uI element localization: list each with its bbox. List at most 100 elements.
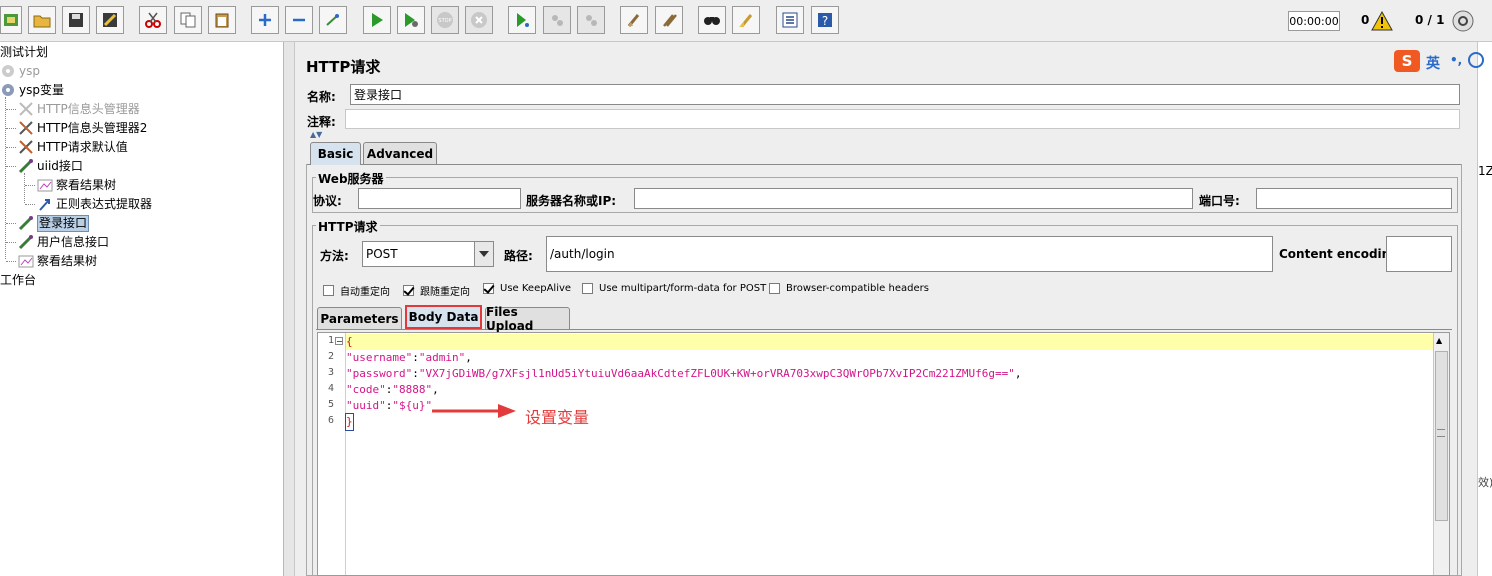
protocol-field[interactable] xyxy=(358,188,521,209)
reset-search-icon[interactable] xyxy=(732,6,760,34)
toggle-icon[interactable] xyxy=(319,6,347,34)
name-field[interactable]: 登录接口 xyxy=(350,84,1460,105)
name-label: 名称: xyxy=(307,90,336,104)
remote-stop-icon[interactable] xyxy=(543,6,571,34)
copy-icon[interactable] xyxy=(174,6,202,34)
remote-start-icon[interactable] xyxy=(508,6,536,34)
encoding-field[interactable] xyxy=(1386,236,1452,272)
current-line-highlight xyxy=(346,334,1434,350)
clipped-text: 效) xyxy=(1478,476,1492,489)
checkbox-label: Use multipart/form-data for POST xyxy=(599,283,767,294)
pipette-icon xyxy=(18,158,34,174)
path-field[interactable]: /auth/login xyxy=(546,236,1273,272)
multipart-checkbox[interactable]: Use multipart/form-data for POST xyxy=(582,283,766,294)
tree-item-regex-extractor[interactable]: 正则表达式提取器 xyxy=(37,195,152,213)
code-line: "code":"8888", xyxy=(346,383,439,396)
tree-item-label: uiid接口 xyxy=(37,159,83,173)
start-icon[interactable] xyxy=(363,6,391,34)
tree-item-uiid-interface[interactable]: uiid接口 xyxy=(18,157,83,175)
tree-item-view-results-tree[interactable]: 察看结果树 xyxy=(37,176,116,194)
server-label: 服务器名称或IP: xyxy=(526,194,617,208)
tree-item-label: HTTP请求默认值 xyxy=(37,140,128,154)
ime-logo-icon[interactable]: S xyxy=(1394,50,1420,72)
start-no-pause-icon[interactable] xyxy=(397,6,425,34)
collapse-all-icon[interactable] xyxy=(285,6,313,34)
ime-emoji-icon[interactable] xyxy=(1468,52,1484,68)
remote-shutdown-icon[interactable] xyxy=(577,6,605,34)
server-field[interactable] xyxy=(634,188,1193,209)
stop-icon[interactable]: STOP xyxy=(431,6,459,34)
auto-redirect-checkbox[interactable]: 自动重定向 xyxy=(323,283,390,298)
checkbox-label: Use KeepAlive xyxy=(500,283,572,294)
tree-item-http-defaults[interactable]: HTTP请求默认值 xyxy=(18,138,128,156)
collapse-arrows-icon[interactable]: ▲▼ xyxy=(310,130,322,139)
keepalive-checkbox[interactable]: Use KeepAlive xyxy=(483,283,571,294)
tree-item-label: 登录接口 xyxy=(37,214,90,232)
tab-body-data[interactable]: Body Data xyxy=(405,305,482,329)
clipped-text: 1Z xyxy=(1478,164,1492,178)
checkbox-box xyxy=(582,283,593,294)
paste-icon[interactable] xyxy=(208,6,236,34)
tree-item-label: ysp变量 xyxy=(19,83,64,97)
arrow-icon xyxy=(37,196,53,212)
tree-item-view-results-tree-2[interactable]: 察看结果树 xyxy=(18,252,97,270)
svg-text:STOP: STOP xyxy=(438,18,451,24)
checkbox-box xyxy=(483,283,494,294)
follow-redirect-checkbox[interactable]: 跟随重定向 xyxy=(403,283,470,298)
scroll-up-icon[interactable]: ▲ xyxy=(1436,336,1442,345)
tab-basic[interactable]: Basic xyxy=(310,142,361,165)
tree-item-user-info-interface[interactable]: 用户信息接口 xyxy=(18,233,109,251)
search-icon[interactable] xyxy=(698,6,726,34)
shutdown-icon[interactable] xyxy=(465,6,493,34)
tree-item-header-manager-2[interactable]: HTTP信息头管理器2 xyxy=(18,119,147,137)
pane-splitter[interactable] xyxy=(284,42,295,576)
help-icon[interactable]: ? xyxy=(811,6,839,34)
tree-item-login-interface[interactable]: 登录接口 xyxy=(18,214,90,232)
save-as-icon[interactable] xyxy=(96,6,124,34)
save-icon[interactable] xyxy=(62,6,90,34)
status-indicator-icon xyxy=(1452,10,1474,35)
chart-icon xyxy=(37,177,53,193)
method-label: 方法: xyxy=(320,249,349,263)
tree-item-ysp-variables[interactable]: ysp变量 xyxy=(0,81,64,99)
cut-icon[interactable] xyxy=(139,6,167,34)
port-label: 端口号: xyxy=(1199,194,1240,208)
ime-punct-icon[interactable]: •, xyxy=(1450,53,1462,67)
web-server-title: Web服务器 xyxy=(316,170,386,187)
line-number: 6 xyxy=(327,415,334,426)
templates-icon[interactable] xyxy=(0,6,22,34)
wrench-icon xyxy=(18,139,34,155)
body-data-editor[interactable]: 1 2 3 4 5 6 − { "username":"admin", "pas… xyxy=(317,332,1450,576)
editor-scrollbar[interactable]: ▲ xyxy=(1433,333,1449,575)
tab-parameters[interactable]: Parameters xyxy=(317,307,402,329)
browser-headers-checkbox[interactable]: Browser-compatible headers xyxy=(769,283,929,294)
tree-item-workbench[interactable]: 工作台 xyxy=(0,271,36,289)
elapsed-timer: 00:00:00 xyxy=(1288,11,1340,31)
page-title: HTTP请求 xyxy=(306,58,381,76)
line-gutter: 1 2 3 4 5 6 − xyxy=(318,333,346,575)
tab-files-upload[interactable]: Files Upload xyxy=(485,305,570,333)
tree-item-test-plan[interactable]: 测试计划 xyxy=(0,43,48,61)
line-number: 1 xyxy=(327,335,334,346)
checkbox-box xyxy=(403,285,414,296)
chevron-down-icon[interactable] xyxy=(474,241,494,267)
ime-mode[interactable]: 英 xyxy=(1426,53,1440,73)
tree-item-label: 正则表达式提取器 xyxy=(56,197,153,211)
path-label: 路径: xyxy=(504,249,533,263)
port-field[interactable] xyxy=(1256,188,1452,209)
fold-toggle-icon[interactable]: − xyxy=(335,337,343,346)
expand-all-icon[interactable] xyxy=(251,6,279,34)
comment-field[interactable] xyxy=(345,109,1460,129)
tree-item-ysp[interactable]: ysp xyxy=(0,62,40,80)
tree-item-header-manager[interactable]: HTTP信息头管理器 xyxy=(18,100,140,118)
tree-item-label: 用户信息接口 xyxy=(37,235,110,249)
line-number: 5 xyxy=(327,399,334,410)
clear-all-icon[interactable] xyxy=(655,6,683,34)
method-select[interactable]: POST xyxy=(362,241,475,267)
clear-icon[interactable] xyxy=(620,6,648,34)
code-line: "uuid":"${u}" xyxy=(346,399,433,412)
open-icon[interactable] xyxy=(28,6,56,34)
warning-icon[interactable] xyxy=(1371,10,1393,34)
function-helper-icon[interactable] xyxy=(776,6,804,34)
tab-advanced[interactable]: Advanced xyxy=(363,142,437,164)
